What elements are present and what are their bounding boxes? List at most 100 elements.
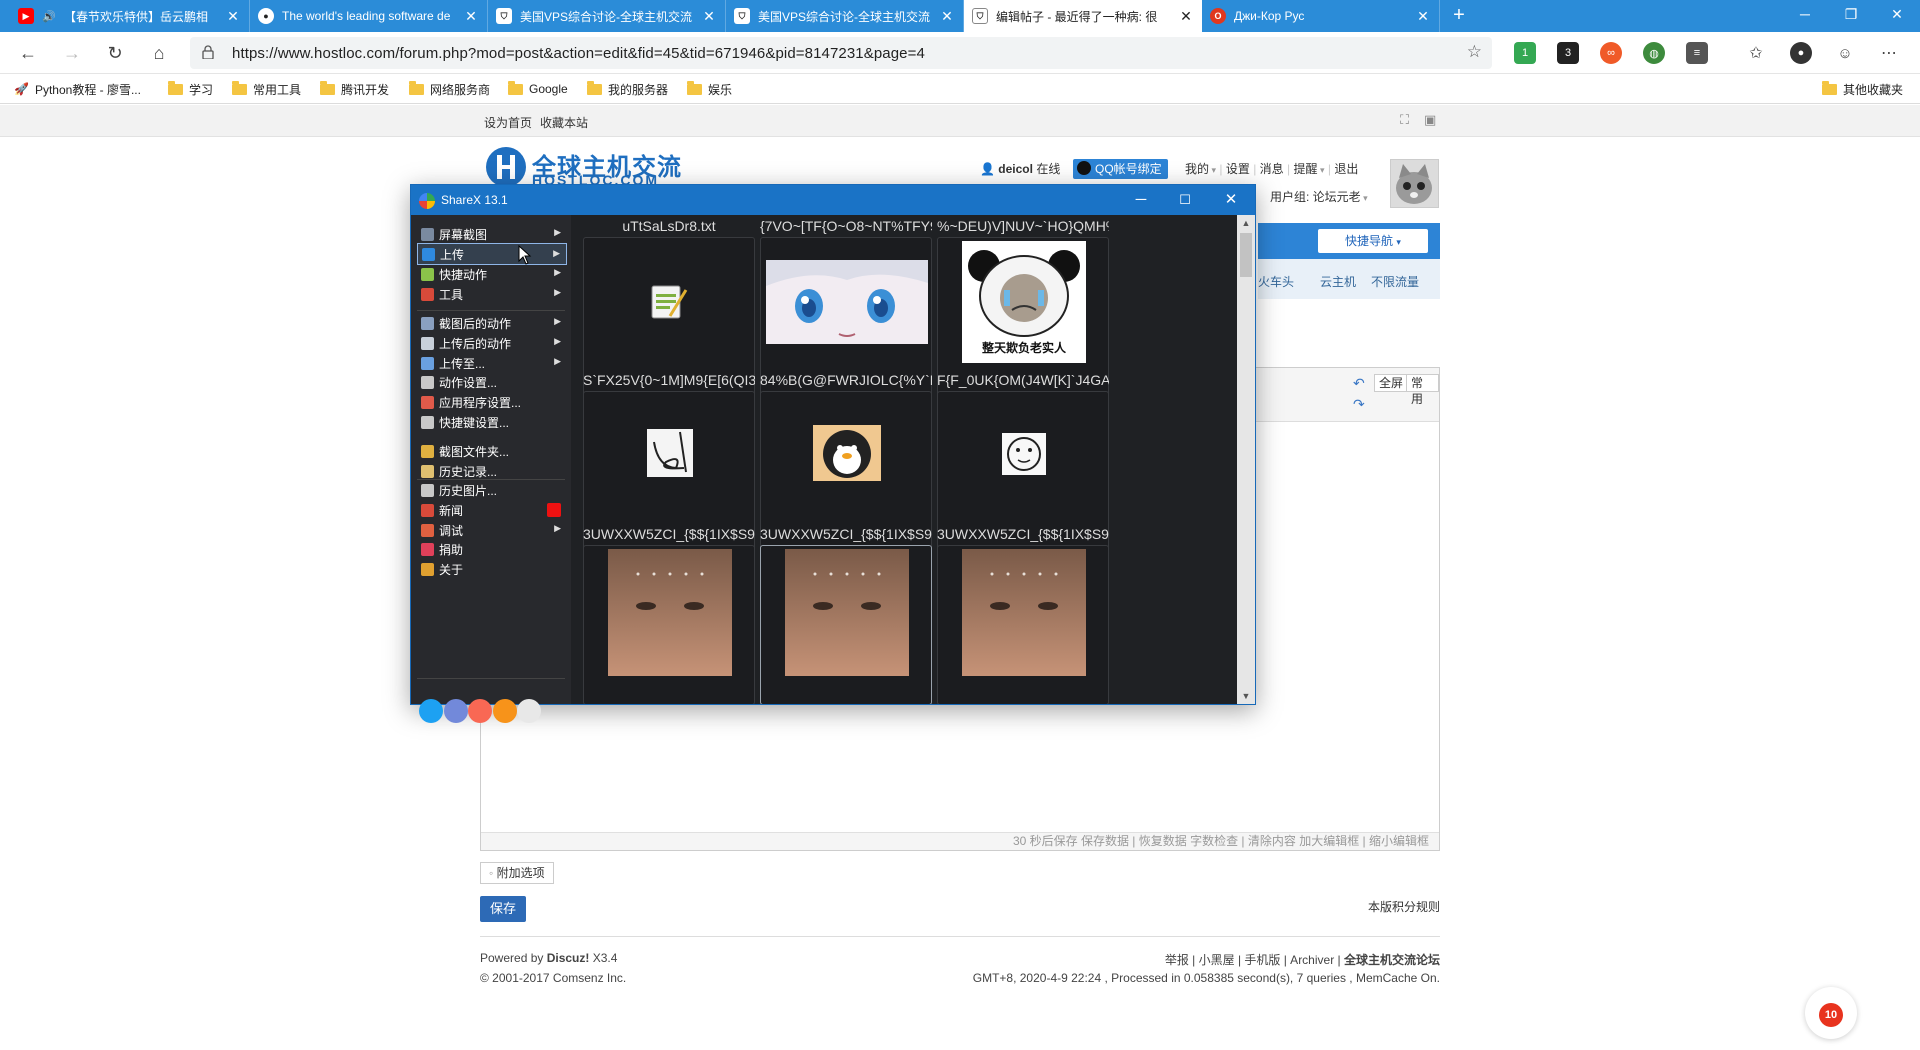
sharex-menu-item[interactable]: 截图文件夹... xyxy=(417,440,567,462)
patreon-icon[interactable] xyxy=(468,699,492,723)
scroll-down-icon[interactable]: ▼ xyxy=(1237,688,1255,704)
sharex-menu-item[interactable]: 关于 xyxy=(417,558,567,580)
back-icon[interactable]: ← xyxy=(14,40,42,68)
sharex-close-icon[interactable]: ✕ xyxy=(1209,185,1253,215)
sharex-menu-item[interactable]: 上传 ▶ xyxy=(417,243,567,265)
sharex-scrollbar[interactable]: ▲ ▼ xyxy=(1237,215,1255,704)
minimize-icon[interactable]: ─ xyxy=(1782,0,1828,32)
thumbnail-filename[interactable]: 84%B(G@FWRJIOLC{%Y`M... xyxy=(760,372,932,392)
logout-link[interactable]: 退出 xyxy=(1334,162,1358,176)
sharex-menu-item[interactable]: 历史图片... xyxy=(417,479,567,501)
sharex-menu-item[interactable]: 工具 ▶ xyxy=(417,283,567,305)
close-tab-icon[interactable]: ✕ xyxy=(939,8,955,25)
close-tab-icon[interactable]: ✕ xyxy=(1178,8,1194,25)
sharex-menu-item[interactable]: 捐助 xyxy=(417,538,567,560)
browser-tab[interactable]: ⛉ 美国VPS综合讨论-全球主机交流 ✕ xyxy=(488,0,726,32)
speaker-icon[interactable]: 🔊 xyxy=(42,10,58,23)
restore-icon[interactable]: ❐ xyxy=(1828,0,1874,32)
browser-tab[interactable]: ● The world's leading software de ✕ xyxy=(250,0,488,32)
sharex-minimize-icon[interactable]: ─ xyxy=(1119,185,1163,215)
comsenz-link[interactable]: Comsenz Inc. xyxy=(553,971,626,985)
sharex-menu-item[interactable]: 截图后的动作 ▶ xyxy=(417,312,567,334)
close-tab-icon[interactable]: ✕ xyxy=(225,8,241,25)
close-tab-icon[interactable]: ✕ xyxy=(1415,8,1431,25)
extension-infinity-icon[interactable]: ∞ xyxy=(1600,42,1622,64)
refresh-icon[interactable]: ↻ xyxy=(101,40,129,68)
feedback-icon[interactable]: ☺ xyxy=(1834,42,1856,64)
sharex-menu-item[interactable]: 快捷动作 ▶ xyxy=(417,263,567,285)
extension-stack-icon[interactable]: ≡ xyxy=(1686,42,1708,64)
browser-tab-active[interactable]: ⛉ 编辑帖子 - 最近得了一种病: 很 ✕ xyxy=(964,0,1202,32)
close-tab-icon[interactable]: ✕ xyxy=(701,8,717,25)
redo-icon[interactable]: ↷ xyxy=(1353,396,1365,413)
fullscreen-icon[interactable]: ⛶ xyxy=(1400,112,1409,128)
more-menu-icon[interactable]: ⋯ xyxy=(1878,42,1900,64)
notification-button[interactable]: 10 xyxy=(1805,987,1857,1039)
sharex-menu-item[interactable]: 屏幕截图 ▶ xyxy=(417,223,567,245)
editor-fullscreen-button[interactable]: 全屏 xyxy=(1374,374,1409,392)
score-rules-link[interactable]: 本版积分规则 xyxy=(1368,898,1440,915)
set-home-link[interactable]: 设为首页 xyxy=(484,114,532,131)
bookmark-folder[interactable]: 腾讯开发 xyxy=(320,80,389,98)
thumbnail-filename[interactable]: uTtSaLsDr8.txt xyxy=(583,218,755,238)
favorites-list-icon[interactable]: ✩ xyxy=(1745,42,1767,64)
my-menu[interactable]: 我的 xyxy=(1185,162,1209,176)
thumbnail-filename[interactable]: {7VO~[TF{O~O8~NT%TFY9... xyxy=(760,218,932,238)
avatar[interactable] xyxy=(1390,159,1439,208)
sharex-menu-item[interactable]: 快捷键设置... xyxy=(417,411,567,433)
sharex-menu-item[interactable]: 上传后的动作 ▶ xyxy=(417,332,567,354)
extension-globe-icon[interactable]: ◍ xyxy=(1643,42,1665,64)
save-button[interactable]: 保存 xyxy=(480,896,526,922)
sharex-menu-item[interactable]: 应用程序设置... xyxy=(417,391,567,413)
reminders-menu[interactable]: 提醒 xyxy=(1293,162,1317,176)
user-group[interactable]: 用户组: 论坛元老 ▾ xyxy=(1270,188,1368,205)
twitter-icon[interactable] xyxy=(419,699,443,723)
bookmark-folder[interactable]: Google xyxy=(508,80,568,98)
sharex-maximize-icon[interactable]: ☐ xyxy=(1163,185,1207,215)
close-tab-icon[interactable]: ✕ xyxy=(463,8,479,25)
subnav-link[interactable]: 不限流量 xyxy=(1371,273,1419,290)
bookmark-folder[interactable]: 网络服务商 xyxy=(409,80,490,98)
messages-link[interactable]: 消息 xyxy=(1260,162,1284,176)
forward-icon[interactable]: → xyxy=(58,40,86,68)
sharex-menu-item[interactable]: 动作设置... xyxy=(417,371,567,393)
discord-icon[interactable] xyxy=(444,699,468,723)
qq-bind-button[interactable]: QQ帐号绑定 xyxy=(1073,159,1168,179)
thumbnail-filename[interactable]: S`FX25V{0~1M]M9{E[6(QI3.jpg xyxy=(583,372,755,392)
subnav-link[interactable]: 云主机 xyxy=(1320,273,1356,290)
thumbnail-filename[interactable]: %~DEU)V]NUV~`HO}QMH%... xyxy=(937,218,1109,238)
footer-link-list[interactable]: 举报 | 小黑屋 | 手机版 | Archiver | xyxy=(1165,953,1344,967)
extension-shield-icon[interactable]: 1 xyxy=(1514,42,1536,64)
profile-avatar-icon[interactable]: ● xyxy=(1790,42,1812,64)
bookmark-folder[interactable]: 我的服务器 xyxy=(587,80,668,98)
address-bar[interactable]: https://www.hostloc.com/forum.php?mod=po… xyxy=(190,37,1492,69)
bitcoin-icon[interactable] xyxy=(493,699,517,723)
sharex-title-bar[interactable]: ShareX 13.1 ─ ☐ ✕ xyxy=(411,185,1255,215)
sharex-menu-item[interactable]: 新闻 xyxy=(417,499,567,521)
favorite-star-icon[interactable]: ☆ xyxy=(1467,42,1482,62)
undo-icon[interactable]: ↶ xyxy=(1353,375,1365,392)
scrollbar-thumb[interactable] xyxy=(1240,233,1252,277)
editor-common-button[interactable]: 常用 xyxy=(1406,374,1439,406)
thumbnail-filename[interactable]: 3UWXXW5ZCI_{$${1IX$S9X... xyxy=(583,526,755,546)
editor-status-bar[interactable]: 30 秒后保存 保存数据 | 恢复数据 字数检查 | 清除内容 加大编辑框 | … xyxy=(481,832,1439,850)
bookmark-folder[interactable]: 娱乐 xyxy=(687,80,732,98)
thumbnail-filename[interactable]: 3UWXXW5ZCI_{$${1IX$S9X... xyxy=(937,526,1109,546)
home-icon[interactable]: ⌂ xyxy=(145,40,173,68)
subnav-link[interactable]: 火车头 xyxy=(1258,273,1294,290)
favorite-site-link[interactable]: 收藏本站 xyxy=(540,114,588,131)
quick-nav-button[interactable]: 快捷导航 ▾ xyxy=(1318,229,1428,253)
scroll-up-icon[interactable]: ▲ xyxy=(1237,215,1255,231)
github-icon[interactable] xyxy=(517,699,541,723)
browser-tab[interactable]: ▶ 🔊 【春节欢乐特供】岳云鹏相 ✕ xyxy=(10,0,250,32)
url-text[interactable]: https://www.hostloc.com/forum.php?mod=po… xyxy=(232,45,925,62)
site-name-link[interactable]: 全球主机交流论坛 xyxy=(1344,953,1440,967)
bookmark-folder[interactable]: 常用工具 xyxy=(232,80,301,98)
thumbnail-filename[interactable]: F{F_0UK{OM(J4W[K]`J4GA5... xyxy=(937,372,1109,392)
bookmark-folder[interactable]: 学习 xyxy=(168,80,213,98)
settings-link[interactable]: 设置 xyxy=(1226,162,1250,176)
thumbnail-item[interactable] xyxy=(760,545,932,704)
new-tab-button[interactable]: + xyxy=(1447,4,1471,28)
browser-tab[interactable]: O Джи-Кор Рус ✕ xyxy=(1202,0,1440,32)
site-logo[interactable]: 全球主机交流 HOSTLOC.COM xyxy=(484,145,729,188)
